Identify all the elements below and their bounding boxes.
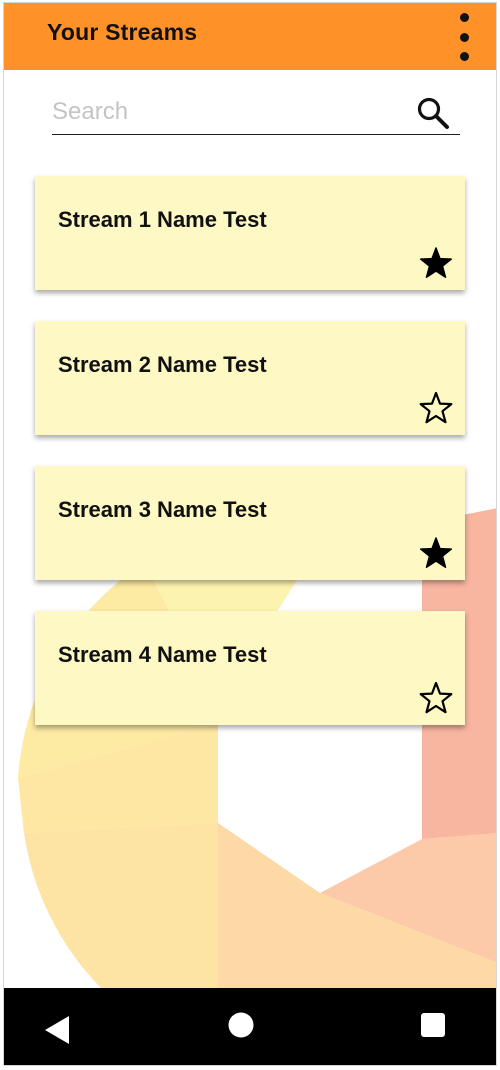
star-filled-icon[interactable] xyxy=(419,536,453,570)
page-title: Your Streams xyxy=(47,19,198,45)
menu-dot xyxy=(459,52,469,61)
stream-card[interactable]: Stream 1 Name Test xyxy=(35,176,465,290)
recents-square-icon[interactable] xyxy=(421,1013,445,1037)
back-triangle-icon[interactable] xyxy=(44,1015,70,1045)
phone-screen: Your Streams Stream 1 Name Test Stream 2… xyxy=(3,2,497,1066)
star-outline-icon[interactable] xyxy=(419,391,453,425)
more-vertical-icon[interactable] xyxy=(454,13,474,61)
system-nav-bar xyxy=(4,988,496,1065)
star-filled-icon[interactable] xyxy=(419,246,453,280)
search-bar xyxy=(52,92,460,135)
star-outline-icon[interactable] xyxy=(419,681,453,715)
stream-name: Stream 2 Name Test xyxy=(58,352,267,377)
app-bar: Your Streams xyxy=(4,3,496,70)
stream-card[interactable]: Stream 3 Name Test xyxy=(35,466,465,580)
search-input[interactable] xyxy=(52,96,402,128)
menu-dot xyxy=(459,13,469,22)
home-circle-icon[interactable] xyxy=(228,1012,254,1038)
search-icon[interactable] xyxy=(416,96,450,130)
stream-name: Stream 3 Name Test xyxy=(58,497,267,522)
stream-name: Stream 4 Name Test xyxy=(58,642,267,667)
stream-card[interactable]: Stream 4 Name Test xyxy=(35,611,465,725)
stream-card[interactable]: Stream 2 Name Test xyxy=(35,321,465,435)
stream-name: Stream 1 Name Test xyxy=(58,207,267,232)
stream-list: Stream 1 Name Test Stream 2 Name Test St… xyxy=(35,176,465,756)
menu-dot xyxy=(459,32,469,42)
